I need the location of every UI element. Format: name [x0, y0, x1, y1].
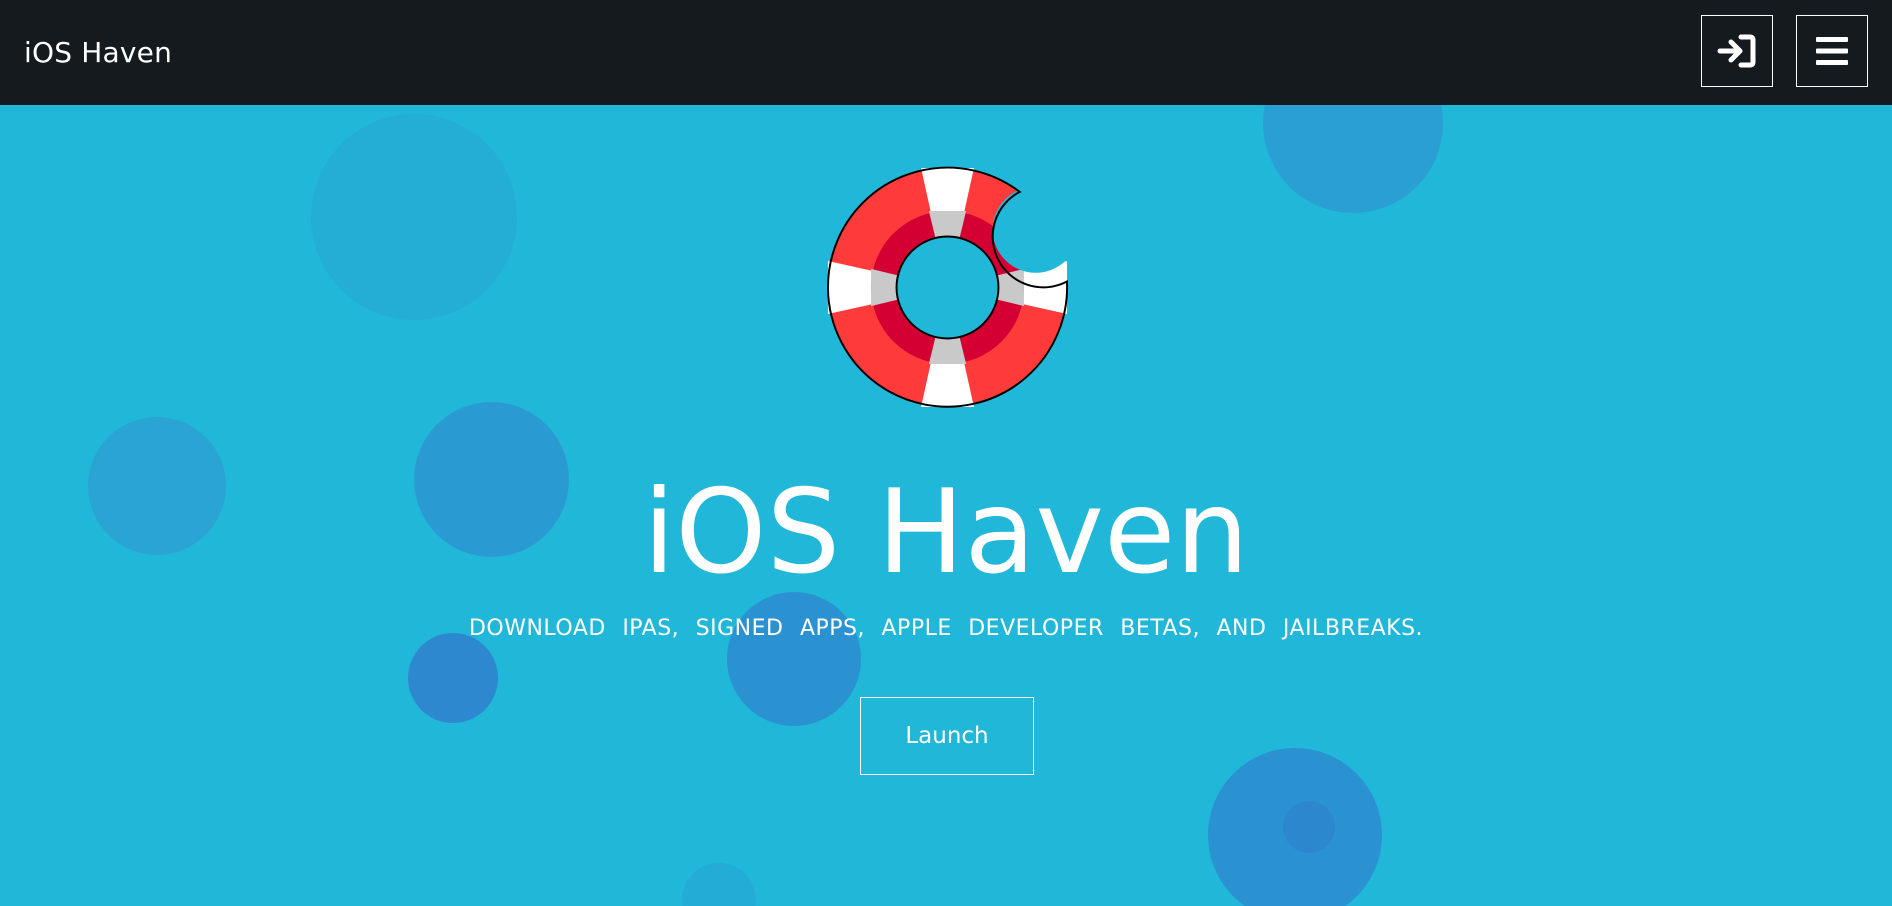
decorative-bubble — [682, 863, 756, 906]
decorative-bubble — [408, 633, 498, 723]
menu-button[interactable] — [1796, 15, 1868, 87]
hero-title: iOS Haven — [643, 465, 1249, 600]
sign-in-icon — [1717, 34, 1756, 68]
decorative-bubble — [1263, 105, 1443, 213]
hero-section: iOS Haven DOWNLOAD IPAS, SIGNED APPS, AP… — [0, 105, 1892, 906]
hero-subtitle: DOWNLOAD IPAS, SIGNED APPS, APPLE DEVELO… — [468, 616, 1424, 641]
hamburger-menu-icon — [1816, 37, 1848, 65]
login-button[interactable] — [1701, 15, 1773, 87]
brand-link[interactable]: iOS Haven — [24, 35, 172, 71]
launch-button[interactable]: Launch — [860, 697, 1034, 775]
top-navbar: iOS Haven — [0, 0, 1892, 105]
decorative-bubble — [727, 592, 861, 726]
bitten-life-ring-icon — [827, 166, 1069, 408]
decorative-bubble — [1283, 801, 1335, 853]
decorative-bubble — [311, 114, 517, 320]
